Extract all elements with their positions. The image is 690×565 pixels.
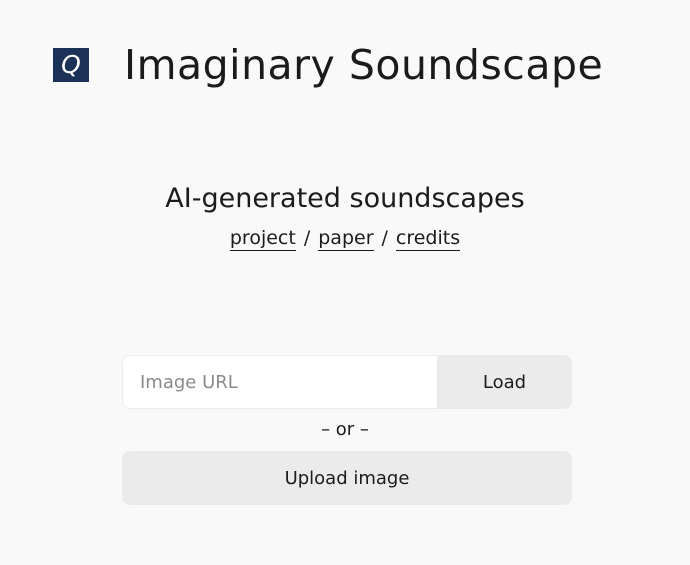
link-separator: / [381,227,388,249]
paper-link[interactable]: paper [318,227,374,251]
site-title: Imaginary Soundscape [124,41,604,89]
credits-link[interactable]: credits [395,227,461,251]
image-url-form: Load [122,355,572,409]
link-separator: / [303,227,311,249]
image-url-input[interactable] [122,355,437,409]
upload-image-button[interactable]: Upload image [122,451,572,505]
or-divider: – or – [321,419,369,440]
load-button[interactable]: Load [437,355,572,409]
site-header: Q Imaginary Soundscape [0,38,690,94]
info-links: project / paper / credits [0,224,690,252]
tagline: AI-generated soundscapes [165,183,525,214]
q-logo-icon[interactable]: Q [53,48,89,82]
project-link[interactable]: project [229,227,296,251]
